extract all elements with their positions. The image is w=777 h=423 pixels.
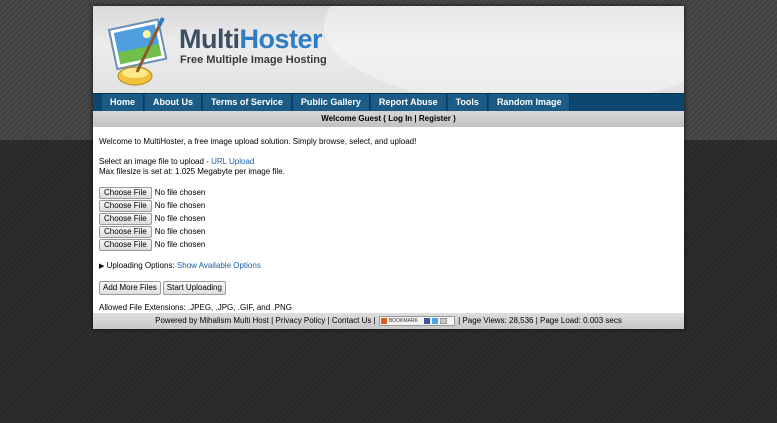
no-file-chosen-text: No file chosen: [154, 201, 206, 210]
logo-text-hoster: Hoster: [239, 24, 323, 54]
contact-us-link[interactable]: Contact Us: [332, 316, 372, 325]
privacy-policy-link[interactable]: Privacy Policy: [275, 316, 325, 325]
site-header: MultiHoster Free Multiple Image Hosting: [93, 6, 684, 93]
twitter-icon: [431, 317, 438, 324]
bookmark-plus-icon: [380, 317, 387, 324]
no-file-chosen-text: No file chosen: [154, 188, 206, 197]
bookmark-widget[interactable]: BOOKMARK: [378, 315, 455, 326]
bookmark-label: BOOKMARK: [388, 317, 418, 324]
file-row: Choose File No file chosen: [99, 225, 678, 238]
logo-text[interactable]: MultiHoster: [179, 24, 323, 55]
header-swoosh: [324, 6, 684, 93]
form-buttons: Add More Files Start Uploading: [99, 281, 678, 295]
facebook-icon: [423, 317, 430, 324]
login-link[interactable]: Log In: [388, 114, 412, 123]
logo-text-multi: Multi: [179, 24, 240, 54]
page-views-text: Page Views: 28,536: [462, 316, 534, 325]
welcome-prefix: Welcome Guest (: [321, 114, 389, 123]
site-footer: Powered by Mihalism Multi Host | Privacy…: [93, 313, 684, 329]
nav-public-gallery[interactable]: Public Gallery: [292, 94, 370, 111]
email-icon: [439, 317, 447, 324]
choose-file-button[interactable]: Choose File: [99, 212, 152, 225]
max-filesize-text: Max filesize is set at: 1.025 Megabyte p…: [99, 167, 285, 176]
show-options-link[interactable]: Show Available Options: [177, 261, 261, 270]
nav-home[interactable]: Home: [102, 94, 145, 111]
file-row: Choose File No file chosen: [99, 186, 678, 199]
welcome-bar: Welcome Guest ( Log In | Register ): [93, 111, 684, 127]
welcome-suffix: ): [450, 114, 456, 123]
tagline: Free Multiple Image Hosting: [180, 54, 327, 66]
add-more-files-button[interactable]: Add More Files: [99, 281, 161, 295]
page-load-text: Page Load: 0.003 secs: [540, 316, 622, 325]
site-container: MultiHoster Free Multiple Image Hosting …: [93, 6, 684, 329]
uploading-options-label: Uploading Options:: [106, 261, 175, 270]
uploading-options-line: ▶ Uploading Options: Show Available Opti…: [99, 261, 678, 272]
no-file-chosen-text: No file chosen: [154, 240, 206, 249]
allowed-extensions-text: Allowed File Extensions: .JPEG, .JPG, .G…: [99, 303, 292, 312]
select-prefix: Select an image file to upload -: [99, 157, 212, 166]
intro-text: Welcome to MultiHoster, a free image upl…: [99, 137, 417, 146]
no-file-chosen-text: No file chosen: [154, 214, 206, 223]
select-line: Select an image file to upload - URL Upl…: [99, 157, 678, 167]
no-file-chosen-text: No file chosen: [154, 227, 206, 236]
file-row: Choose File No file chosen: [99, 212, 678, 225]
welcome-separator: |: [412, 114, 419, 123]
nav-about-us[interactable]: About Us: [145, 94, 203, 111]
nav-report-abuse[interactable]: Report Abuse: [370, 94, 447, 111]
main-nav: Home About Us Terms of Service Public Ga…: [93, 93, 684, 111]
file-inputs: Choose File No file chosen Choose File N…: [99, 186, 678, 251]
upload-form: Welcome to MultiHoster, a free image upl…: [93, 127, 684, 313]
file-row: Choose File No file chosen: [99, 199, 678, 212]
file-row: Choose File No file chosen: [99, 238, 678, 251]
choose-file-button[interactable]: Choose File: [99, 238, 152, 251]
paint-palette-logo-icon[interactable]: [107, 16, 171, 88]
expand-triangle-icon[interactable]: ▶: [99, 263, 104, 270]
powered-by-link[interactable]: Powered by Mihalism Multi Host: [155, 316, 269, 325]
nav-random-image[interactable]: Random Image: [488, 94, 571, 111]
start-uploading-button[interactable]: Start Uploading: [162, 281, 226, 295]
choose-file-button[interactable]: Choose File: [99, 186, 152, 199]
choose-file-button[interactable]: Choose File: [99, 199, 152, 212]
nav-tools[interactable]: Tools: [447, 94, 488, 111]
choose-file-button[interactable]: Choose File: [99, 225, 152, 238]
register-link[interactable]: Register: [419, 114, 451, 123]
nav-terms-of-service[interactable]: Terms of Service: [203, 94, 292, 111]
url-upload-link[interactable]: URL Upload: [211, 157, 254, 166]
